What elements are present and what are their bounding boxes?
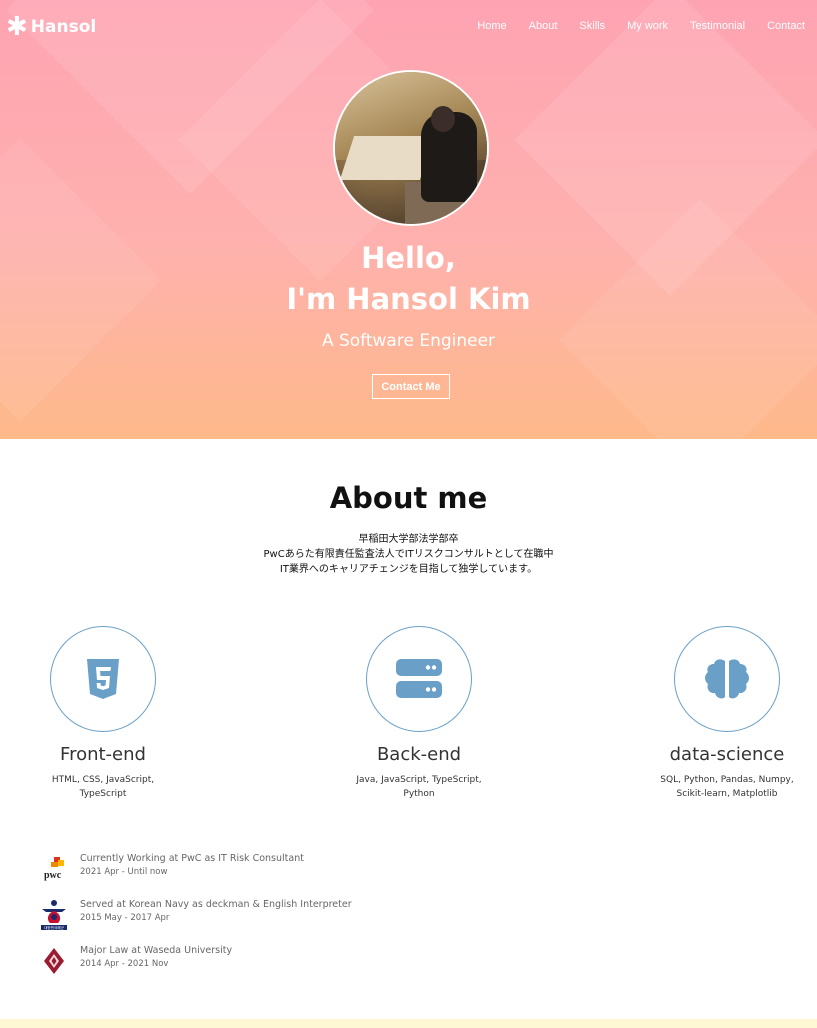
skill-title: Front-end — [60, 744, 146, 765]
experience-date: 2021 Apr - Until now — [80, 867, 168, 877]
skill-icon-circle — [366, 626, 472, 732]
about-line: IT業界へのキャリアチェンジを目指して独学しています。 — [279, 564, 538, 575]
waseda-logo — [38, 945, 70, 977]
nav-home[interactable]: Home — [477, 20, 506, 32]
experience-date: 2015 May - 2017 Apr — [80, 913, 170, 923]
hero-decoration — [0, 138, 162, 422]
about-line: PwCあらた有限責任監査法人でITリスクコンサルトとして在職中 — [263, 549, 554, 560]
hero-greeting: Hello, — [361, 241, 456, 275]
nav-skills[interactable]: Skills — [579, 20, 605, 32]
nav-testimonial[interactable]: Testimonial — [690, 20, 745, 32]
nav-contact[interactable]: Contact — [767, 20, 805, 32]
experience-role: Currently Working at PwC as IT Risk Cons… — [80, 853, 304, 864]
brand-name: Hansol — [30, 17, 97, 37]
brand-logo[interactable]: ✱ Hansol — [6, 12, 97, 42]
svg-text:pwc: pwc — [44, 870, 62, 881]
skill-icon-circle — [50, 626, 156, 732]
skill-title: data-science — [669, 744, 785, 765]
server-icon — [396, 659, 442, 698]
main-nav: Home About Skills My work Testimonial Co… — [477, 20, 805, 32]
skill-front-end: Front-end HTML, CSS, JavaScript, TypeScr… — [3, 626, 203, 801]
hero-section: ✱ Hansol Home About Skills My work Testi… — [0, 0, 817, 439]
hero-name: I'm Hansol Kim — [286, 282, 531, 316]
skill-description: SQL, Python, Pandas, Numpy, Scikit-learn… — [660, 775, 794, 799]
skill-back-end: Back-end Java, JavaScript, TypeScript, P… — [319, 626, 519, 801]
experience-item: 대한민국해군 Served at Korean Navy as deckman … — [38, 899, 352, 931]
nav-my-work[interactable]: My work — [627, 20, 668, 32]
hero-subtitle: A Software Engineer — [321, 331, 496, 351]
skill-title: Back-end — [376, 744, 462, 765]
contact-me-button[interactable]: Contact Me — [372, 374, 450, 399]
skill-description: HTML, CSS, JavaScript, TypeScript — [51, 775, 155, 799]
profile-photo — [333, 70, 489, 226]
korean-navy-logo: 대한민국해군 — [38, 899, 70, 931]
nav-about[interactable]: About — [529, 20, 558, 32]
experience-role: Major Law at Waseda University — [80, 945, 233, 956]
skill-icon-circle — [674, 626, 780, 732]
brain-icon — [705, 659, 749, 699]
asterisk-icon: ✱ — [6, 12, 28, 42]
about-line: 早稲田大学部法学部卒 — [358, 534, 459, 545]
next-section-edge — [0, 1019, 817, 1028]
hero-decoration — [558, 198, 817, 439]
experience-date: 2014 Apr - 2021 Nov — [80, 959, 169, 969]
experience-item: pwc Currently Working at PwC as IT Risk … — [38, 853, 304, 885]
pwc-logo: pwc — [38, 853, 70, 885]
about-description: 早稲田大学部法学部卒 PwCあらた有限責任監査法人でITリスクコンサルトとして在… — [0, 532, 817, 577]
experience-role: Served at Korean Navy as deckman & Engli… — [80, 899, 352, 910]
experience-item: Major Law at Waseda University 2014 Apr … — [38, 945, 232, 977]
html5-icon — [87, 659, 119, 699]
skill-data-science: data-science SQL, Python, Pandas, Numpy,… — [627, 626, 817, 801]
skill-description: Java, JavaScript, TypeScript, Python — [356, 775, 482, 799]
about-title: About me — [329, 481, 488, 515]
svg-text:대한민국해군: 대한민국해군 — [44, 925, 65, 930]
